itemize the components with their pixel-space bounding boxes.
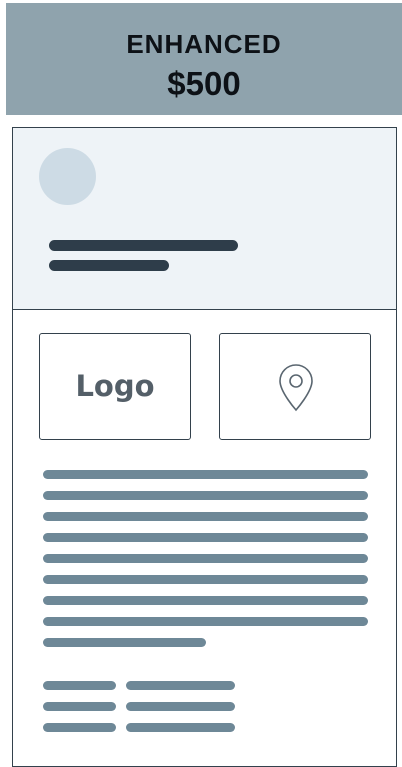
description-line-placeholder [43,617,368,626]
plan-tier-label: ENHANCED [126,29,282,59]
description-line-placeholder [43,554,368,563]
plan-price: $500 [167,65,241,102]
description-line-placeholder [43,470,368,479]
description-line-placeholder [43,575,368,584]
description-line-placeholder [43,512,368,521]
title-line-placeholder [49,240,238,251]
avatar-placeholder [39,148,96,205]
detail-line-placeholder [43,723,116,732]
plan-header: ENHANCED $500 [6,3,402,115]
description-line-placeholder [43,596,368,605]
listing-card-preview: Logo [12,127,397,767]
description-line-placeholder [43,491,368,500]
card-profile-section [13,128,396,310]
map-box [219,333,371,440]
detail-line-placeholder [126,723,235,732]
location-pin-icon [279,364,313,412]
logo-label: Logo [75,369,155,403]
description-line-placeholder [43,638,206,647]
detail-line-placeholder [126,681,235,690]
subtitle-line-placeholder [49,260,169,271]
detail-line-placeholder [43,702,116,711]
detail-line-placeholder [43,681,116,690]
description-line-placeholder [43,533,368,542]
logo-box: Logo [39,333,191,440]
detail-line-placeholder [126,702,235,711]
